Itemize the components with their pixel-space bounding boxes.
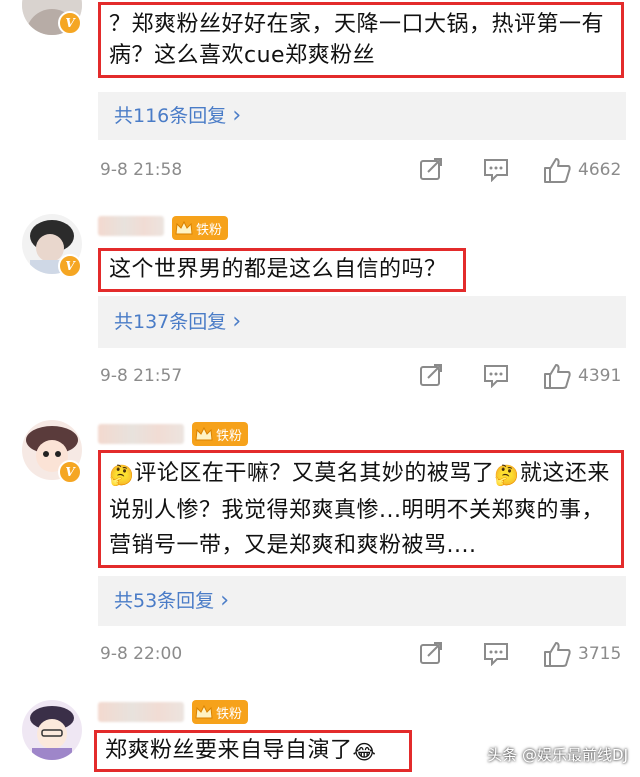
laughing-face-emoji: 😂: [352, 740, 377, 764]
fan-badge: 铁粉: [192, 700, 249, 724]
share-icon[interactable]: [418, 362, 444, 393]
username-blurred: [98, 424, 184, 444]
verified-v-icon: V: [58, 11, 82, 35]
comment-meta: 9-8 22:00 3715: [100, 640, 630, 672]
thumbs-up-icon[interactable]: [542, 362, 572, 395]
crown-icon: [195, 704, 213, 720]
reply-count-link[interactable]: 共137条回复 ›: [98, 296, 626, 348]
fan-badge: 铁粉: [172, 216, 229, 240]
comment-text: 郑爽粉丝要来自导自演了😂: [94, 730, 412, 772]
comment-icon[interactable]: [482, 362, 510, 393]
fan-badge: 铁粉: [192, 422, 249, 446]
like-count: 4391: [578, 366, 622, 386]
timestamp: 9-8 21:58: [100, 160, 183, 180]
reply-count-link[interactable]: 共116条回复 ›: [98, 92, 626, 140]
thinking-face-emoji: 🤔: [109, 463, 135, 487]
username-blurred: [98, 216, 164, 236]
comment-meta: 9-8 21:57 4391: [100, 362, 630, 394]
comment-text: 🤔评论区在干嘛？又莫名其妙的被骂了🤔就这还来说别人惨？我觉得郑爽真惨...明明不…: [98, 450, 624, 568]
share-icon[interactable]: [418, 156, 444, 187]
avatar[interactable]: [22, 700, 82, 760]
like-count: 3715: [578, 644, 622, 664]
comment-icon[interactable]: [482, 640, 510, 671]
crown-icon: [175, 220, 193, 236]
watermark: 头条 @娱乐最前线DJ: [487, 746, 628, 764]
comment-text: 这个世界男的都是这么自信的吗？: [98, 248, 466, 292]
username-blurred: [98, 702, 184, 722]
verified-v-icon: V: [58, 460, 82, 484]
comment-meta: 9-8 21:58 4662: [100, 156, 630, 188]
timestamp: 9-8 21:57: [100, 366, 183, 386]
thumbs-up-icon[interactable]: [542, 156, 572, 189]
timestamp: 9-8 22:00: [100, 644, 183, 664]
comment-icon[interactable]: [482, 156, 510, 187]
thumbs-up-icon[interactable]: [542, 640, 572, 673]
reply-count-link[interactable]: 共53条回复 ›: [98, 576, 626, 626]
crown-icon: [195, 426, 213, 442]
like-count: 4662: [578, 160, 622, 180]
comment-text: ？郑爽粉丝好好在家，天降一口大锅，热评第一有病？这么喜欢cue郑爽粉丝: [98, 2, 624, 78]
share-icon[interactable]: [418, 640, 444, 671]
thinking-face-emoji: 🤔: [494, 463, 520, 487]
verified-v-icon: V: [58, 254, 82, 278]
